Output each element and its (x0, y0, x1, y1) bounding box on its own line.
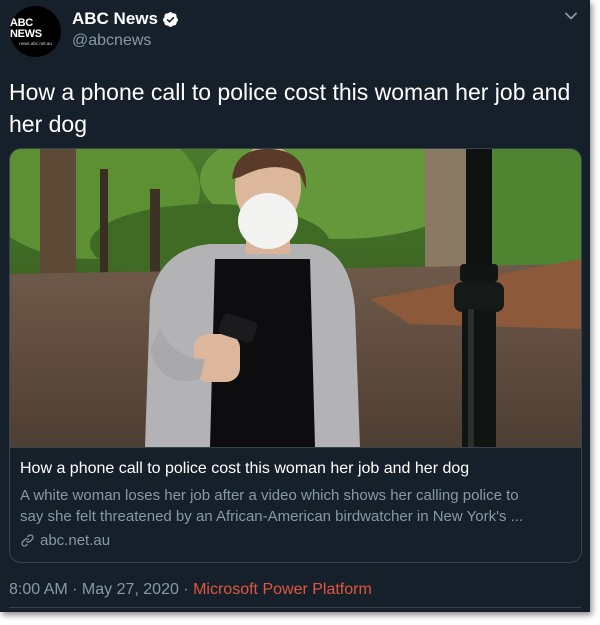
card-image (10, 149, 581, 447)
account-name-row: ABC News (72, 9, 179, 29)
link-icon (21, 534, 34, 547)
tweet-text: How a phone call to police cost this wom… (9, 79, 571, 137)
card-domain-row: abc.net.au (20, 532, 110, 549)
timestamp[interactable]: 8:00 AM · May 27, 2020 (9, 581, 179, 598)
chevron-down-icon[interactable] (564, 9, 578, 23)
account-handle[interactable]: @abcnews (72, 32, 151, 50)
card-description-line-2: say she felt threatened by an African-Am… (20, 508, 524, 525)
card-domain: abc.net.au (40, 532, 111, 549)
avatar-logo: ABC NEWS (10, 16, 42, 40)
source-link[interactable]: Microsoft Power Platform (193, 581, 372, 598)
link-card[interactable]: How a phone call to police cost this wom… (9, 148, 582, 563)
display-name[interactable]: ABC News (72, 9, 158, 29)
tweet-meta: 8:00 AM · May 27, 2020 · Microsoft Power… (9, 581, 372, 599)
meta-separator: · (178, 581, 194, 598)
verified-badge-icon (163, 11, 178, 27)
avatar[interactable]: ABC NEWS news.abc.net.au (10, 6, 61, 57)
card-title: How a phone call to police cost this wom… (20, 460, 470, 477)
avatar-url: news.abc.net.au (19, 40, 52, 46)
card-body: How a phone call to police cost this wom… (10, 447, 581, 562)
tweet: ABC NEWS news.abc.net.au ABC News @abcne… (0, 0, 590, 612)
card-description: A white woman loses her job after a vide… (20, 485, 572, 527)
divider (9, 607, 581, 608)
card-description-line-1: A white woman loses her job after a vide… (20, 487, 519, 504)
